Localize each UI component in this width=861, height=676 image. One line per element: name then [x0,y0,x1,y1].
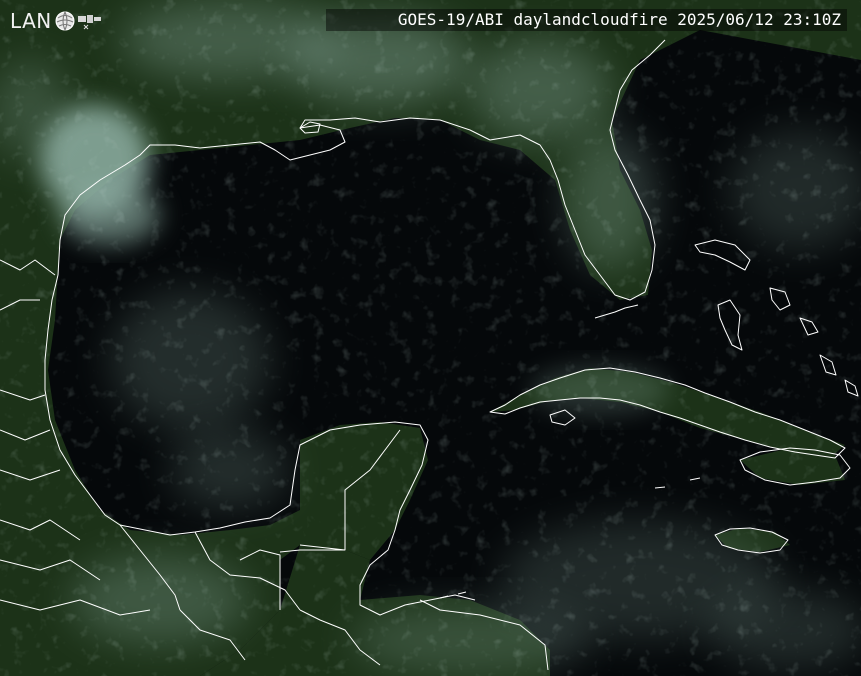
globe-satellite-icon [55,11,101,31]
image-caption: GOES-19/ABI daylandcloudfire 2025/06/12 … [326,9,847,31]
cloud-texture [0,0,861,676]
lan-logo: LAN [10,9,102,33]
logo-text: LAN [10,9,52,33]
satellite-map [0,0,861,676]
